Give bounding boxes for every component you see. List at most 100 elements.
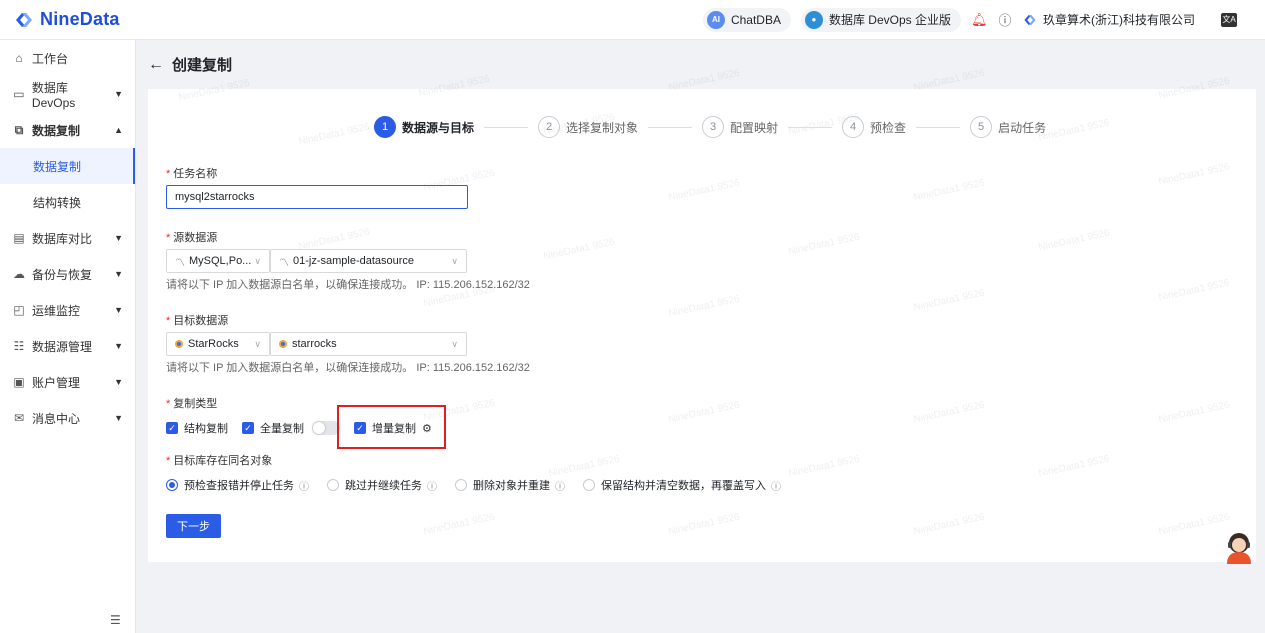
step-number: 4	[842, 116, 865, 138]
notification-icon[interactable]: 🔔︎	[971, 12, 988, 28]
watermark: NineData1 9526	[667, 511, 741, 538]
mysql-icon: 〽	[279, 257, 289, 269]
source-type-select[interactable]: 〽 MySQL,Po... ∨	[166, 249, 270, 273]
target-type-select[interactable]: StarRocks ∨	[166, 332, 270, 356]
help-icon[interactable]: ⓘ	[997, 10, 1013, 29]
step-label: 预检查	[870, 120, 907, 135]
home-icon: ⌂	[15, 51, 23, 65]
sidebar-item-datasource[interactable]: ☷ 数据源管理 ▼	[0, 328, 135, 364]
watermark: NineData1 9526	[787, 453, 861, 480]
step-connector	[484, 126, 529, 128]
conflict-option-radio[interactable]	[583, 479, 595, 491]
company-switcher[interactable]: 玖章算术(浙江)科技有限公司	[1023, 11, 1195, 28]
watermark: NineData1 9526	[912, 67, 986, 94]
step-connector	[916, 126, 961, 128]
full-replication-label: 全量复制	[260, 423, 304, 435]
account-icon: ▣	[13, 375, 25, 389]
chevron-down-icon: ▼	[114, 89, 123, 99]
edition-switcher[interactable]: ● 数据库 DevOps 企业版	[800, 7, 961, 32]
watermark: NineData1 9526	[1157, 75, 1231, 102]
chatdba-button[interactable]: AI ChatDBA	[702, 7, 791, 32]
target-ip-hint: 请将以下 IP 加入数据源白名单，以确保连接成功。 IP: 115.206.15…	[166, 362, 530, 374]
full-replication-checkbox[interactable]: ✓	[242, 422, 254, 434]
chevron-down-icon: ▼	[114, 413, 123, 423]
chevron-down-icon: ▼	[114, 377, 123, 387]
select-value: MySQL,Po...	[189, 255, 252, 267]
edition-label: 数据库 DevOps 企业版	[828, 13, 951, 27]
sidebar-item-backup[interactable]: ☁ 备份与恢复 ▼	[0, 256, 135, 292]
next-step-button[interactable]: 下一步	[166, 514, 221, 538]
starrocks-icon	[175, 340, 183, 348]
sidebar-subitem-data-replication[interactable]: 数据复制	[0, 148, 135, 184]
chevron-down-icon: ∨	[254, 255, 261, 266]
help-icon[interactable]: ⓘ	[555, 478, 565, 493]
required-mark: *	[166, 315, 171, 327]
starrocks-icon	[279, 340, 287, 348]
label-text: 源数据源	[173, 232, 218, 244]
form-card: NineData1 9526 NineData1 9526 NineData1 …	[148, 68, 1256, 562]
conflict-option-label: 跳过并继续任务	[345, 480, 422, 492]
step-5: 5 启动任务	[970, 116, 1046, 138]
page-title: 创建复制	[172, 57, 233, 74]
watermark: NineData1 9526	[547, 453, 621, 480]
sidebar-item-label: 消息中心	[32, 411, 81, 426]
help-icon[interactable]: ⓘ	[771, 478, 781, 493]
chevron-down-icon: ▼	[114, 233, 123, 243]
select-value: StarRocks	[188, 338, 239, 350]
sidebar-item-messages[interactable]: ✉ 消息中心 ▼	[0, 400, 135, 436]
sidebar-item-label: 备份与恢复	[32, 267, 93, 282]
help-icon[interactable]: ⓘ	[299, 478, 309, 493]
support-avatar-icon[interactable]	[1224, 530, 1254, 564]
conflict-option-radio[interactable]	[166, 479, 178, 491]
language-icon[interactable]: 文A	[1221, 12, 1237, 27]
full-replication-toggle[interactable]	[312, 421, 340, 435]
replication-type-label: * 复制类型	[166, 395, 217, 411]
step-label: 配置映射	[730, 120, 779, 135]
devops-icon: ▭	[13, 87, 25, 101]
sidebar-item-replication[interactable]: ⧉ 数据复制 ▲	[0, 112, 135, 148]
sidebar-subitem-schema-conversion[interactable]: 结构转换	[0, 184, 135, 220]
sidebar-item-account[interactable]: ▣ 账户管理 ▼	[0, 364, 135, 400]
watermark: NineData1 9526	[1157, 161, 1231, 188]
conflict-option-radio[interactable]	[455, 479, 467, 491]
brand[interactable]: NineData	[0, 9, 136, 30]
watermark: NineData1 9526	[177, 77, 251, 104]
task-name-label: * 任务名称	[166, 165, 217, 181]
conflict-option-radio[interactable]	[327, 479, 339, 491]
schema-replication-checkbox[interactable]: ✓	[166, 422, 178, 434]
watermark: NineData1 9526	[297, 121, 371, 148]
help-icon[interactable]: ⓘ	[427, 478, 437, 493]
watermark: NineData1 9526	[667, 177, 741, 204]
target-label: * 目标数据源	[166, 312, 228, 328]
sidebar-item-label: 数据库 DevOps	[31, 80, 76, 110]
sidebar-item-label: 数据源管理	[32, 339, 93, 354]
sidebar-item-compare[interactable]: ▤ 数据库对比 ▼	[0, 220, 135, 256]
watermark: NineData1 9526	[1037, 227, 1111, 254]
collapse-sidebar-icon[interactable]: ☰	[110, 613, 121, 627]
source-ip-hint: 请将以下 IP 加入数据源白名单，以确保连接成功。 IP: 115.206.15…	[166, 279, 530, 291]
page-header: ← 创建复制	[148, 54, 232, 75]
watermark: NineData1 9526	[1157, 511, 1231, 538]
watermark: NineData1 9526	[1157, 399, 1231, 426]
stepper: 1 数据源与目标 2 选择复制对象 3 配置映射 4 预检查 5 启动任务	[374, 116, 1046, 138]
conflict-options: 预检查报错并停止任务 ⓘ 跳过并继续任务 ⓘ 删除对象并重建 ⓘ 保留结构并清空…	[166, 477, 799, 493]
source-datasource-select[interactable]: 〽 01-jz-sample-datasource ∨	[270, 249, 467, 273]
datasource-icon: ☷	[13, 339, 25, 353]
chevron-down-icon: ∨	[451, 255, 458, 266]
step-4: 4 预检查	[842, 116, 906, 138]
brand-name: NineData	[40, 9, 120, 29]
watermark: NineData1 9526	[542, 236, 616, 263]
sidebar-item-label: 数据库对比	[32, 231, 93, 246]
label-text: 目标库存在同名对象	[173, 455, 273, 467]
conflict-option-label: 预检查报错并停止任务	[184, 480, 294, 492]
task-name-input[interactable]: mysql2starrocks	[166, 185, 468, 209]
chevron-down-icon: ▼	[114, 341, 123, 351]
sidebar-item-monitor[interactable]: ◰ 运维监控 ▼	[0, 292, 135, 328]
sidebar-item-workbench[interactable]: ⌂ 工作台	[0, 40, 135, 76]
sidebar-item-devops[interactable]: ▭ 数据库 DevOps ▼	[0, 76, 135, 112]
ninedata-logo-icon	[16, 12, 32, 27]
target-datasource-select[interactable]: starrocks ∨	[270, 332, 467, 356]
chatdba-label: ChatDBA	[730, 12, 781, 27]
toggle-knob	[313, 422, 325, 434]
back-arrow-icon[interactable]: ←	[148, 56, 164, 74]
